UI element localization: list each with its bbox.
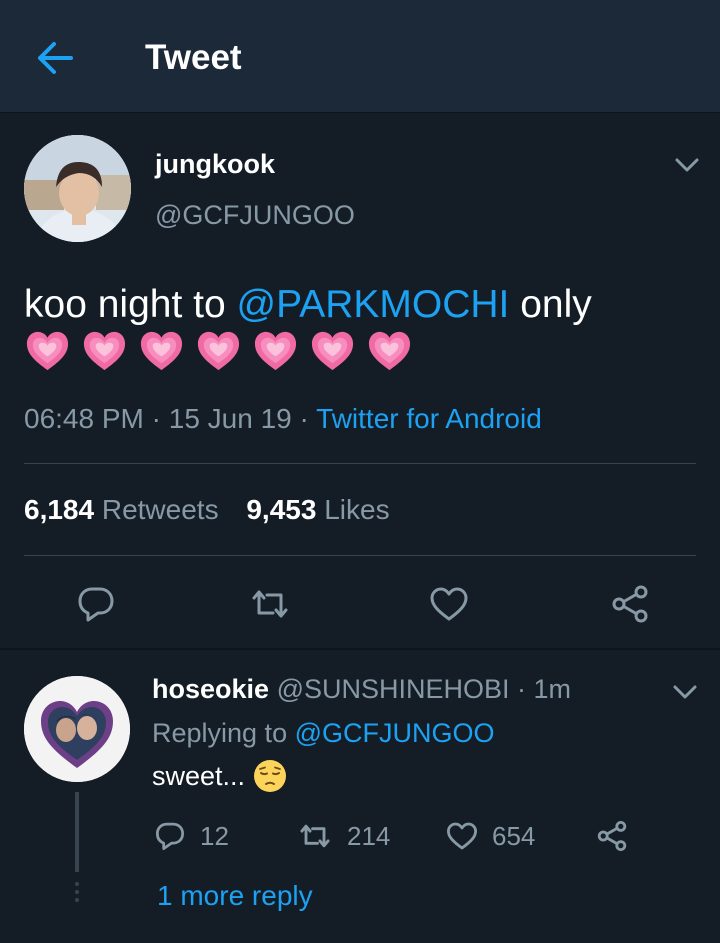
retweet-icon — [300, 824, 330, 848]
reply-retweet-button[interactable]: 214 — [297, 818, 390, 854]
reply-text: sweet... — [152, 759, 287, 793]
thread-dot — [75, 882, 79, 886]
reply-button[interactable] — [70, 581, 122, 627]
chevron-down-icon[interactable] — [665, 672, 705, 712]
reply-retweet-count: 214 — [347, 820, 391, 851]
likes-label: Likes — [324, 494, 390, 525]
share-button[interactable] — [604, 581, 656, 627]
reply-like-button[interactable]: 654 — [446, 818, 535, 854]
tweet-text: koo night to @PARKMOCHI only — [24, 276, 704, 334]
tweet-text-end: only — [509, 283, 592, 326]
comment-icon — [155, 822, 185, 851]
author-handle[interactable]: @GCFJUNGOO — [155, 200, 355, 231]
divider — [24, 555, 696, 556]
likes-count: 9,453 — [246, 494, 317, 525]
author-avatar[interactable] — [24, 135, 131, 242]
share-icon — [597, 821, 627, 851]
growing-heart-icon — [26, 331, 69, 371]
reply-author-avatar[interactable] — [24, 676, 130, 782]
main-tweet: jungkook @GCFJUNGOO koo night to @PARKMO… — [0, 113, 720, 650]
divider — [24, 463, 696, 464]
growing-heart-icon — [311, 331, 354, 371]
likes-stat[interactable]: 9,453 Likes — [246, 494, 389, 525]
reply-share-button[interactable] — [596, 818, 628, 854]
thread-dot — [75, 898, 79, 902]
pensive-face-icon — [254, 760, 287, 792]
heart-icon — [430, 587, 468, 621]
reply-tweet: hoseokie @SUNSHINEHOBI · 1m Replying to … — [0, 652, 720, 943]
growing-heart-icon — [83, 331, 126, 371]
retweet-button[interactable] — [244, 581, 296, 627]
mention-link[interactable]: @PARKMOCHI — [236, 283, 509, 326]
retweets-count: 6,184 — [24, 494, 95, 525]
tweet-text-start: koo night to — [24, 283, 237, 326]
reply-like-count: 654 — [492, 820, 536, 851]
tweet-stats: 6,184 Retweets 9,453 Likes — [24, 494, 410, 526]
growing-heart-icon — [197, 331, 240, 371]
heart-icon — [447, 822, 477, 850]
retweet-icon — [252, 590, 288, 618]
growing-heart-icon — [254, 331, 297, 371]
back-arrow-icon[interactable] — [30, 36, 80, 80]
retweets-stat[interactable]: 6,184 Retweets — [24, 494, 219, 525]
growing-heart-icon — [140, 331, 183, 371]
replying-to-line: Replying to @GCFJUNGOO — [152, 718, 495, 749]
top-app-bar: Tweet — [0, 0, 720, 113]
reply-comment-count: 12 — [200, 820, 229, 851]
replying-to-mention[interactable]: @GCFJUNGOO — [295, 718, 495, 748]
chevron-down-icon[interactable] — [667, 145, 707, 185]
reply-text-content: sweet... — [152, 760, 246, 791]
reply-comment-button[interactable]: 12 — [154, 818, 229, 854]
reply-header: hoseokie @SUNSHINEHOBI · 1m — [152, 674, 572, 704]
tweet-date: 15 Jun 19 — [168, 403, 292, 434]
more-replies-link[interactable]: 1 more reply — [157, 880, 313, 912]
reply-display-name[interactable]: hoseokie — [152, 674, 269, 704]
replying-to-label: Replying to — [152, 718, 295, 748]
tweet-time: 06:48 PM — [24, 403, 144, 434]
page-title: Tweet — [145, 38, 242, 77]
growing-heart-icon — [368, 331, 411, 371]
reply-time: 1m — [533, 674, 572, 704]
share-icon — [612, 585, 648, 623]
thread-dot — [75, 890, 79, 894]
author-display-name[interactable]: jungkook — [155, 149, 275, 180]
thread-connector-line — [75, 792, 79, 872]
tweet-metadata: 06:48 PM · 15 Jun 19 · Twitter for Andro… — [24, 403, 542, 434]
retweets-label: Retweets — [101, 494, 219, 525]
comment-icon — [78, 587, 114, 622]
like-button[interactable] — [423, 581, 475, 627]
reply-handle[interactable]: @SUNSHINEHOBI — [277, 674, 510, 704]
heart-emoji-row — [24, 328, 413, 375]
source-app-link[interactable]: Twitter for Android — [316, 403, 542, 434]
